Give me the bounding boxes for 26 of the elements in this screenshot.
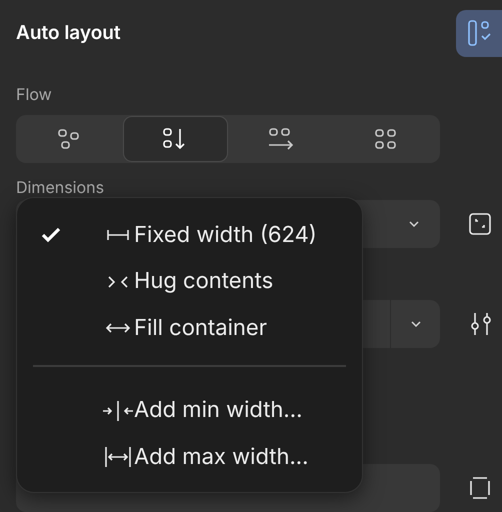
frame-icon <box>468 476 492 500</box>
menu-item-label: Add min width... <box>134 396 302 426</box>
menu-item-label: Hug contents <box>134 267 274 296</box>
menu-item-label: Fixed width (624) <box>134 220 317 250</box>
chevron-down-icon <box>409 221 419 227</box>
menu-item[interactable]: Fixed width (624) <box>17 212 362 258</box>
hug-icon <box>106 274 130 289</box>
chevron-down-icon <box>410 321 420 327</box>
menu-item-label: Add max width... <box>134 442 308 472</box>
menu-item[interactable]: Add max width... <box>17 434 362 480</box>
section-label: Dimensions <box>16 177 104 197</box>
resize-icon <box>468 212 492 236</box>
layout-icon <box>467 19 491 47</box>
max-width-icon <box>104 446 132 468</box>
panel-title: Auto layout <box>16 20 121 46</box>
flow-option[interactable] <box>122 116 228 162</box>
section-label: Flow <box>16 84 52 104</box>
menu-item[interactable]: Fill container <box>17 305 362 352</box>
horizontal-flow-icon <box>268 126 294 152</box>
min-width-icon <box>102 400 134 422</box>
fixed-width-icon <box>106 228 130 242</box>
menu-item[interactable]: Add min width... <box>17 388 362 434</box>
menu-item-label: Fill container <box>134 314 268 343</box>
layout-toggle-button[interactable] <box>456 10 502 56</box>
menu-item[interactable]: Hug contents <box>17 258 362 305</box>
fill-icon <box>104 321 130 336</box>
